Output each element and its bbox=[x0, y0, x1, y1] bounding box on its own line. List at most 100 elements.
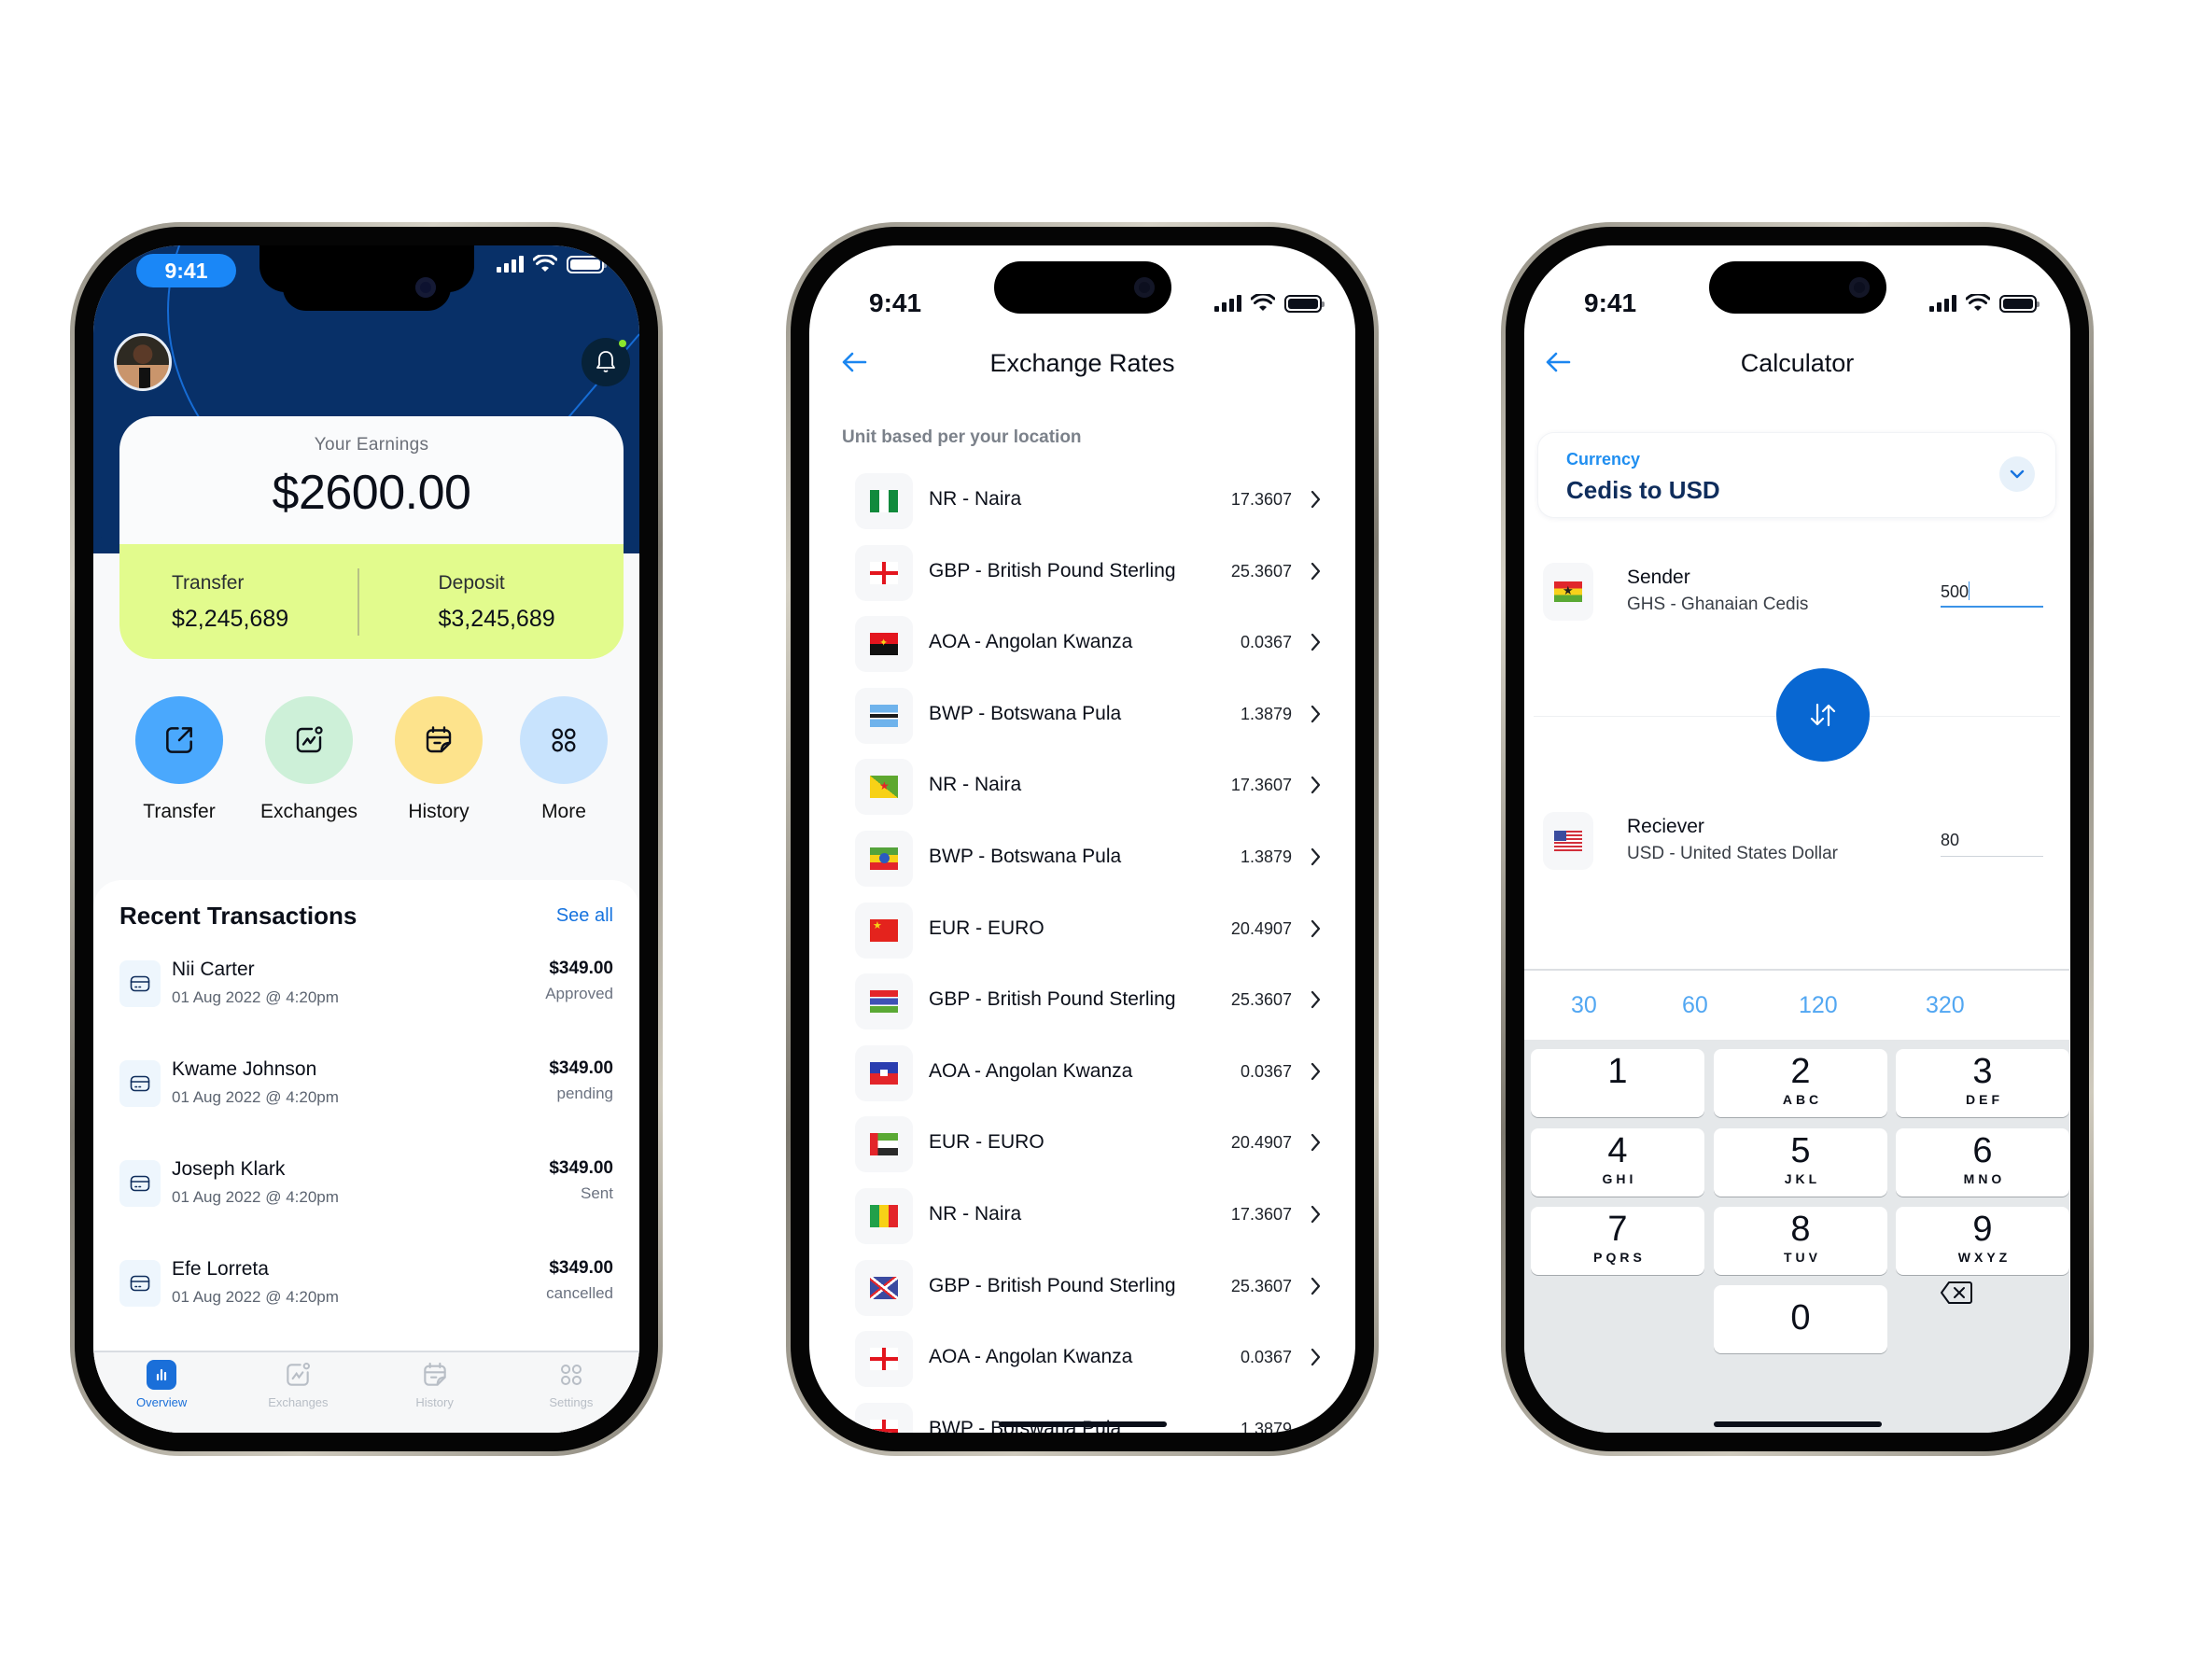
transaction-row[interactable]: Kwame Johnson 01 Aug 2022 @ 4:20pm $349.00… bbox=[119, 1058, 613, 1114]
action-label: Transfer bbox=[143, 801, 216, 822]
tab-exchanges[interactable]: Exchanges bbox=[230, 1352, 366, 1433]
phone-exchange-rates: 9:41 Exchange Rates Unit based per your … bbox=[786, 222, 1379, 1456]
rate-value: 20.4907 bbox=[1230, 1133, 1292, 1153]
key-digit: 4 bbox=[1607, 1131, 1628, 1170]
key-4[interactable]: 4 GHI bbox=[1531, 1128, 1704, 1197]
key-0[interactable]: 0 bbox=[1714, 1285, 1887, 1353]
key-letters: DEF bbox=[1966, 1092, 2003, 1107]
rate-row[interactable]: NR - Naira 17.3607 bbox=[809, 473, 1353, 531]
currency-name: AOA - Angolan Kwanza bbox=[929, 631, 1133, 653]
action-more[interactable]: More bbox=[503, 696, 624, 823]
transaction-status: Approved bbox=[545, 985, 613, 1002]
card-icon bbox=[130, 1075, 150, 1092]
key-digit: 6 bbox=[1972, 1131, 1993, 1170]
battery-icon bbox=[1284, 294, 1325, 313]
rate-row[interactable]: GBP - British Pound Sterling 25.3607 bbox=[809, 1259, 1353, 1318]
action-transfer[interactable]: Transfer bbox=[119, 696, 240, 823]
action-exchanges[interactable]: Exchanges bbox=[248, 696, 370, 823]
avatar[interactable] bbox=[114, 333, 172, 391]
key-7[interactable]: 7 PQRS bbox=[1531, 1207, 1704, 1275]
rate-row[interactable]: EUR - EURO 20.4907 bbox=[809, 1116, 1353, 1174]
sender-amount-input[interactable]: 500 bbox=[1941, 578, 2043, 608]
key-digit: 9 bbox=[1972, 1210, 1993, 1249]
status-time: 9:41 bbox=[869, 288, 922, 317]
chevron-right-icon bbox=[1311, 705, 1321, 722]
currency-label: Currency bbox=[1566, 450, 1641, 469]
notification-button[interactable] bbox=[582, 338, 630, 386]
rate-value: 1.3879 bbox=[1240, 1419, 1292, 1433]
status-time: 9:41 bbox=[136, 254, 236, 287]
currency-name: EUR - EURO bbox=[929, 1131, 1044, 1154]
rate-row[interactable]: ✦ AOA - Angolan Kwanza 0.0367 bbox=[809, 616, 1353, 674]
key-2[interactable]: 2 ABC bbox=[1714, 1049, 1887, 1117]
transaction-row[interactable]: Nii Carter 01 Aug 2022 @ 4:20pm $349.00 App… bbox=[119, 959, 613, 1015]
key-1[interactable]: 1 bbox=[1531, 1049, 1704, 1117]
rate-row[interactable]: BWP - Botswana Pula1.3879 bbox=[809, 1402, 1353, 1433]
haiti-flag-icon bbox=[870, 1061, 898, 1085]
transaction-row[interactable]: Joseph Klark 01 Aug 2022 @ 4:20pm $349.00 S… bbox=[119, 1158, 613, 1214]
chevron-right-icon bbox=[1311, 1277, 1321, 1295]
rate-row[interactable]: AOA - Angolan Kwanza 0.0367 bbox=[809, 1044, 1353, 1103]
rate-row[interactable]: GBP - British Pound Sterling 25.3607 bbox=[809, 544, 1353, 603]
mali-flag-icon bbox=[870, 1205, 898, 1227]
flag-box bbox=[855, 1044, 913, 1101]
key-digit: 1 bbox=[1607, 1052, 1628, 1091]
currency-selector[interactable]: Currency Cedis to USD bbox=[1537, 432, 2056, 518]
quick-amount-button[interactable]: 30 bbox=[1571, 992, 1597, 1019]
key-digit: 7 bbox=[1607, 1210, 1628, 1249]
key-6[interactable]: 6 MNO bbox=[1896, 1128, 2069, 1197]
see-all-link[interactable]: See all bbox=[556, 905, 613, 927]
currency-name: AOA - Angolan Kwanza bbox=[929, 1346, 1133, 1368]
key-letters: TUV bbox=[1784, 1250, 1821, 1265]
action-history[interactable]: History bbox=[378, 696, 499, 823]
key-8[interactable]: 8 TUV bbox=[1714, 1207, 1887, 1275]
tab-icon-box bbox=[147, 1360, 177, 1390]
chart-icon bbox=[296, 726, 323, 753]
key-letters: PQRS bbox=[1593, 1250, 1646, 1265]
battery-icon bbox=[567, 255, 607, 273]
key-3[interactable]: 3 DEF bbox=[1896, 1049, 2069, 1117]
rate-row[interactable]: AOA - Angolan Kwanza 0.0367 bbox=[809, 1331, 1353, 1389]
key-5[interactable]: 5 JKL bbox=[1714, 1128, 1887, 1197]
rate-row[interactable]: BWP - Botswana Pula1.3879 bbox=[809, 687, 1353, 746]
transaction-name: Kwame Johnson bbox=[172, 1058, 317, 1080]
page-title: Calculator bbox=[1740, 349, 1855, 377]
rate-row[interactable]: ★ EUR - EURO 20.4907 bbox=[809, 902, 1353, 960]
transaction-status: pending bbox=[556, 1085, 613, 1102]
signal-icon bbox=[1929, 295, 1956, 312]
camera-icon bbox=[414, 277, 436, 298]
key-9[interactable]: 9 WXYZ bbox=[1896, 1207, 2069, 1275]
tab-settings[interactable]: Settings bbox=[503, 1352, 639, 1433]
earnings-breakdown: Transfer $2,245,689 Deposit $3,245,689 bbox=[119, 544, 624, 659]
bell-icon bbox=[596, 351, 615, 372]
rate-row[interactable]: GBP - British Pound Sterling 25.3607 bbox=[809, 973, 1353, 1031]
card-icon-box bbox=[119, 960, 161, 1007]
transaction-row[interactable]: Efe Lorreta 01 Aug 2022 @ 4:20pm $349.00 ca… bbox=[119, 1258, 613, 1314]
currency-dropdown-button[interactable] bbox=[1999, 456, 2035, 492]
tab-history[interactable]: History bbox=[367, 1352, 503, 1433]
swap-currencies-button[interactable] bbox=[1776, 668, 1870, 762]
transaction-amount: $349.00 bbox=[549, 1158, 613, 1178]
backspace-icon[interactable] bbox=[1940, 1280, 1973, 1306]
quick-amount-button[interactable]: 120 bbox=[1799, 992, 1838, 1019]
currency-name: NR - Naira bbox=[929, 488, 1022, 510]
tab-label: Exchanges bbox=[268, 1395, 329, 1409]
earnings-card: Your Earnings $2600.00 Transfer $2,245,6… bbox=[119, 416, 624, 659]
tab-bar: Overview Exchanges History Settings bbox=[93, 1351, 639, 1433]
status-icons bbox=[1214, 294, 1325, 313]
chevron-right-icon bbox=[1311, 919, 1321, 937]
receiver-amount-input[interactable]: 80 bbox=[1941, 827, 2043, 857]
rate-row[interactable]: BWP - Botswana Pula1.3879 bbox=[809, 831, 1353, 889]
quick-amount-button[interactable]: 60 bbox=[1682, 992, 1708, 1019]
flag-box bbox=[855, 1259, 913, 1316]
tab-overview[interactable]: Overview bbox=[93, 1352, 230, 1433]
home-indicator bbox=[1713, 1421, 1882, 1427]
flag-box bbox=[855, 687, 913, 744]
transaction-date: 01 Aug 2022 @ 4:20pm bbox=[172, 1288, 339, 1306]
notification-badge bbox=[619, 340, 626, 347]
phone-bezel: 9:41 Calculator Currency Cedis to USD ★ bbox=[1506, 227, 2089, 1451]
receiver-row: Reciever USD - United States Dollar 80 bbox=[1524, 812, 2069, 872]
rate-row[interactable]: ★ NR - Naira 17.3607 bbox=[809, 759, 1353, 817]
quick-amount-button[interactable]: 320 bbox=[1926, 992, 1965, 1019]
rate-row[interactable]: NR - Naira 17.3607 bbox=[809, 1188, 1353, 1246]
